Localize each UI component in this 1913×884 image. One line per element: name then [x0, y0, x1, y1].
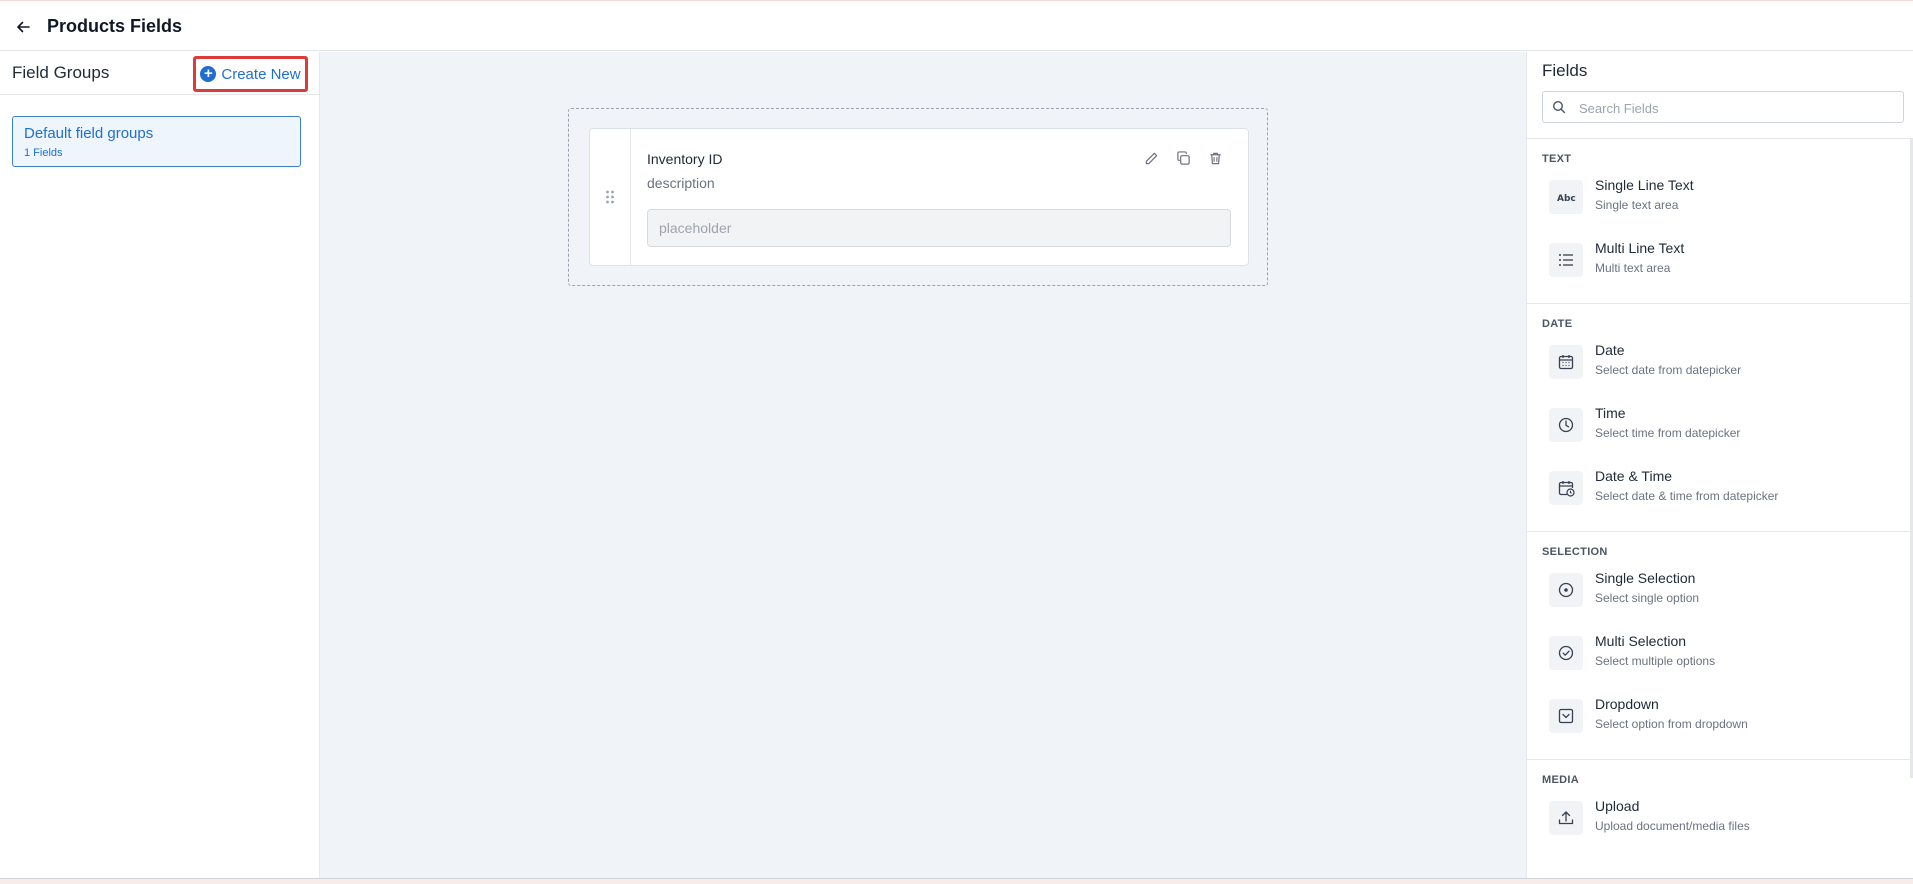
field-type-name: Single Line Text	[1595, 177, 1694, 193]
field-type-name: Multi Line Text	[1595, 240, 1685, 256]
field-groups-panel: Field Groups + Create New Default field …	[0, 52, 320, 878]
fields-panel: Fields TEXT Abc Single Line Text Single …	[1526, 52, 1913, 878]
search-input[interactable]	[1577, 92, 1901, 124]
field-type-multi-line-text[interactable]: Multi Line Text Multi text area	[1527, 234, 1910, 297]
fields-panel-title: Fields	[1542, 61, 1588, 80]
field-description: description	[647, 175, 715, 191]
clock-icon	[1549, 408, 1583, 442]
field-type-desc: Select multiple options	[1595, 654, 1716, 668]
field-type-desc: Single text area	[1595, 198, 1679, 212]
field-type-name: Date	[1595, 342, 1625, 358]
field-type-desc: Select option from dropdown	[1595, 717, 1748, 731]
copy-icon	[1176, 150, 1190, 165]
field-type-name: Dropdown	[1595, 696, 1659, 712]
search-icon	[1552, 100, 1566, 114]
section-selection: SELECTION Single Selection Select single…	[1527, 532, 1910, 760]
section-title: MEDIA	[1542, 774, 1579, 786]
field-type-name: Multi Selection	[1595, 633, 1687, 649]
edit-button[interactable]	[1142, 149, 1160, 167]
field-type-desc: Multi text area	[1595, 261, 1671, 275]
upload-icon	[1549, 801, 1583, 835]
field-type-desc: Select date from datepicker	[1595, 363, 1742, 377]
plus-circle-icon: +	[200, 66, 217, 82]
field-type-name: Upload	[1595, 798, 1640, 814]
create-new-button[interactable]: + Create New	[193, 56, 308, 92]
delete-button[interactable]	[1206, 149, 1224, 167]
arrow-left-icon	[17, 21, 30, 33]
field-preview-input[interactable]	[647, 209, 1231, 247]
field-type-single-selection[interactable]: Single Selection Select single option	[1527, 564, 1910, 627]
field-type-desc: Upload document/media files	[1595, 819, 1750, 833]
page-title: Products Fields	[47, 16, 183, 36]
top-bar: Products Fields	[0, 0, 1913, 51]
field-label: Inventory ID	[647, 151, 723, 167]
section-text: TEXT Abc Single Line Text Single text ar…	[1527, 139, 1910, 304]
pencil-icon	[1145, 152, 1157, 164]
field-type-name: Single Selection	[1595, 570, 1696, 586]
create-new-label: Create New	[221, 65, 301, 83]
section-title: TEXT	[1542, 153, 1572, 165]
trash-icon	[1209, 152, 1221, 164]
field-groups-header: Field Groups + Create New	[0, 52, 319, 95]
field-type-name: Date & Time	[1595, 468, 1673, 484]
section-media: MEDIA Upload Upload document/media files	[1527, 760, 1910, 861]
field-type-desc: Select date & time from datepicker	[1595, 489, 1779, 503]
drag-handle[interactable]	[590, 129, 631, 265]
field-types-list[interactable]: TEXT Abc Single Line Text Single text ar…	[1527, 138, 1910, 879]
abc-icon: Abc	[1549, 180, 1583, 214]
field-actions	[1142, 149, 1224, 167]
field-groups-title: Field Groups	[12, 63, 110, 82]
field-card[interactable]: Inventory ID description	[589, 128, 1249, 266]
list-icon	[1549, 243, 1583, 277]
field-group-item[interactable]: Default field groups 1 Fields	[12, 116, 301, 167]
form-canvas: Inventory ID description	[320, 52, 1526, 878]
field-type-name: Time	[1595, 405, 1626, 421]
field-group-name: Default field groups	[24, 125, 154, 142]
svg-text:Abc: Abc	[1557, 194, 1576, 203]
radio-icon	[1549, 573, 1583, 607]
field-type-desc: Select single option	[1595, 591, 1700, 605]
section-date: DATE Date Select date from datepicker Ti…	[1527, 304, 1910, 532]
section-title: DATE	[1542, 318, 1573, 330]
field-type-dropdown[interactable]: Dropdown Select option from dropdown	[1527, 690, 1910, 753]
calendar-icon	[1549, 345, 1583, 379]
back-button[interactable]	[12, 16, 34, 38]
window-bottom-edge	[0, 878, 1913, 884]
field-type-upload[interactable]: Upload Upload document/media files	[1527, 792, 1910, 855]
calendar-clock-icon	[1549, 471, 1583, 505]
field-type-date-time[interactable]: Date & Time Select date & time from date…	[1527, 462, 1910, 525]
field-type-single-line-text[interactable]: Abc Single Line Text Single text area	[1527, 171, 1910, 234]
field-type-desc: Select time from datepicker	[1595, 426, 1741, 440]
field-dropzone[interactable]: Inventory ID description	[568, 108, 1268, 286]
field-type-time[interactable]: Time Select time from datepicker	[1527, 399, 1910, 462]
field-type-date[interactable]: Date Select date from datepicker	[1527, 336, 1910, 399]
field-group-count: 1 Fields	[24, 147, 63, 159]
search-box	[1542, 91, 1904, 124]
check-circle-icon	[1549, 636, 1583, 670]
section-title: SELECTION	[1542, 546, 1608, 558]
field-type-multi-selection[interactable]: Multi Selection Select multiple options	[1527, 627, 1910, 690]
drag-dots-icon	[606, 190, 614, 204]
duplicate-button[interactable]	[1174, 149, 1192, 167]
dropdown-icon	[1549, 699, 1583, 733]
